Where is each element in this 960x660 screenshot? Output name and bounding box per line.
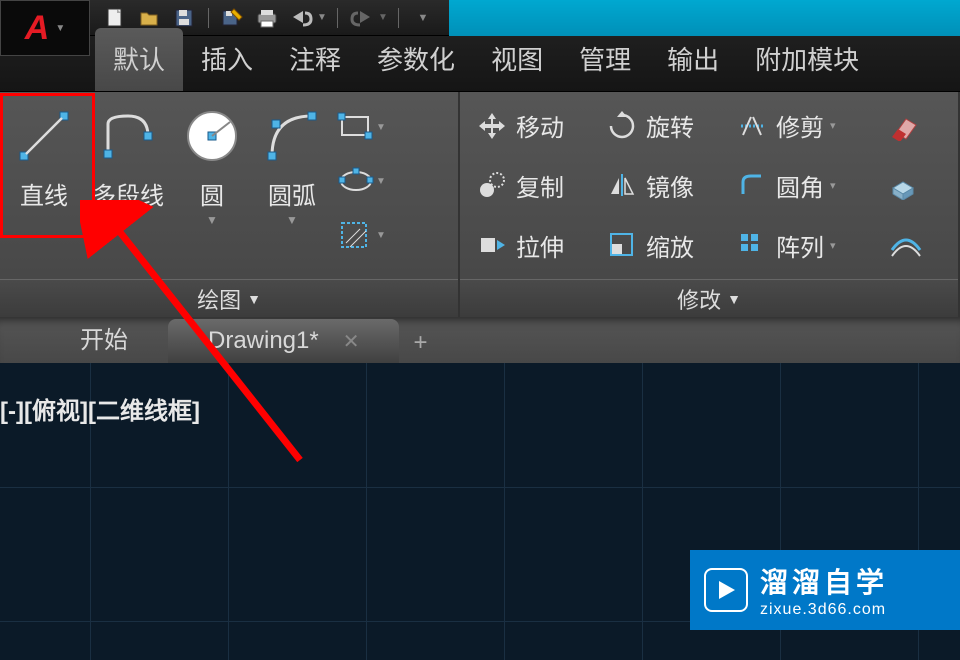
chevron-down-icon: ▼ [206, 213, 218, 227]
watermark: 溜溜自学 zixue.3d66.com [690, 550, 960, 630]
chevron-down-icon: ▼ [727, 291, 741, 307]
erase-button[interactable] [872, 111, 940, 141]
mirror-icon [606, 169, 638, 201]
scale-icon [606, 229, 638, 261]
play-icon [704, 568, 748, 612]
chevron-down-icon: ▾ [830, 179, 836, 192]
ribbon-tabs: 默认 插入 注释 参数化 视图 管理 输出 附加模块 [0, 36, 960, 92]
ribbon-body: 直线 多段线 圆 ▼ 圆弧 ▼ [0, 92, 960, 317]
draw-small-tools: ▼ ▼ ▼ [332, 96, 390, 279]
explode-button[interactable] [872, 170, 940, 200]
tab-addins[interactable]: 附加模块 [737, 28, 877, 91]
circle-label: 圆 [200, 176, 224, 211]
arc-label: 圆弧 [268, 176, 316, 211]
line-icon [12, 104, 76, 168]
chevron-down-icon: ▼ [55, 23, 65, 34]
draw-panel: 直线 多段线 圆 ▼ 圆弧 ▼ [0, 92, 460, 317]
chevron-down-icon: ▼ [247, 291, 261, 307]
redo-icon [348, 9, 376, 27]
arc-icon [260, 104, 324, 168]
circle-tool[interactable]: 圆 ▼ [172, 96, 252, 279]
tab-insert[interactable]: 插入 [183, 28, 271, 91]
trim-button[interactable]: 修剪 ▾ [728, 104, 872, 147]
copy-button[interactable]: 复制 [468, 164, 598, 207]
document-tabs: 开始 Drawing1* ✕ + [0, 317, 960, 363]
undo-icon [287, 9, 315, 27]
qat-separator [337, 8, 338, 28]
hatch-icon [336, 219, 376, 251]
doc-tab-start[interactable]: 开始 [40, 312, 168, 363]
tab-output[interactable]: 输出 [649, 28, 737, 91]
explode-icon [889, 170, 923, 200]
mirror-button[interactable]: 镜像 [598, 164, 728, 207]
app-menu-button[interactable]: A ▼ [0, 0, 90, 56]
save-icon [173, 7, 195, 29]
scale-button[interactable]: 缩放 [598, 224, 728, 267]
tab-default[interactable]: 默认 [95, 28, 183, 91]
rect-icon [336, 111, 376, 143]
tab-parametric[interactable]: 参数化 [359, 28, 473, 91]
tab-manage[interactable]: 管理 [561, 28, 649, 91]
stretch-button[interactable]: 拉伸 [468, 224, 598, 267]
move-button[interactable]: 移动 [468, 104, 598, 147]
ellipse-icon [336, 165, 376, 197]
qat-separator [398, 8, 399, 28]
line-tool[interactable]: 直线 [4, 96, 84, 279]
add-tab-button[interactable]: + [399, 323, 441, 363]
copy-icon [476, 169, 508, 201]
rotate-icon [606, 110, 638, 142]
circle-icon [180, 104, 244, 168]
chevron-down-icon: ▾ [830, 119, 836, 132]
rect-tool[interactable]: ▼ [336, 102, 386, 152]
offset-button[interactable] [872, 230, 940, 260]
modify-panel-title[interactable]: 修改 ▼ [460, 279, 958, 317]
polyline-label: 多段线 [92, 176, 164, 211]
close-tab-button[interactable]: ✕ [343, 329, 360, 354]
chevron-down-icon: ▼ [286, 213, 298, 227]
new-file-icon [105, 7, 127, 29]
watermark-title: 溜溜自学 [760, 561, 888, 601]
open-folder-icon [139, 7, 161, 29]
polyline-tool[interactable]: 多段线 [84, 96, 172, 279]
watermark-url: zixue.3d66.com [760, 601, 888, 619]
doc-tab-drawing1[interactable]: Drawing1* ✕ [168, 319, 399, 363]
trim-icon [736, 110, 768, 142]
chevron-down-icon: ▾ [830, 239, 836, 252]
array-icon [736, 229, 768, 261]
offset-icon [888, 230, 924, 260]
print-icon [255, 7, 279, 29]
move-icon [476, 110, 508, 142]
modify-panel: 移动 旋转 修剪 ▾ 复制 [460, 92, 960, 317]
erase-icon [888, 111, 924, 141]
rotate-button[interactable]: 旋转 [598, 104, 728, 147]
qat-separator [208, 8, 209, 28]
tab-annotate[interactable]: 注释 [271, 28, 359, 91]
tab-view[interactable]: 视图 [473, 28, 561, 91]
arc-tool[interactable]: 圆弧 ▼ [252, 96, 332, 279]
fillet-icon [736, 169, 768, 201]
polyline-icon [96, 104, 160, 168]
save-as-icon [221, 7, 245, 29]
app-logo-icon: A [25, 9, 50, 48]
fillet-button[interactable]: 圆角 ▾ [728, 164, 872, 207]
hatch-tool[interactable]: ▼ [336, 210, 386, 260]
array-button[interactable]: 阵列 ▾ [728, 224, 872, 267]
stretch-icon [476, 229, 508, 261]
line-label: 直线 [20, 176, 68, 211]
ellipse-tool[interactable]: ▼ [336, 156, 386, 206]
viewport-label[interactable]: [-][俯视][二维线框] [0, 391, 200, 426]
